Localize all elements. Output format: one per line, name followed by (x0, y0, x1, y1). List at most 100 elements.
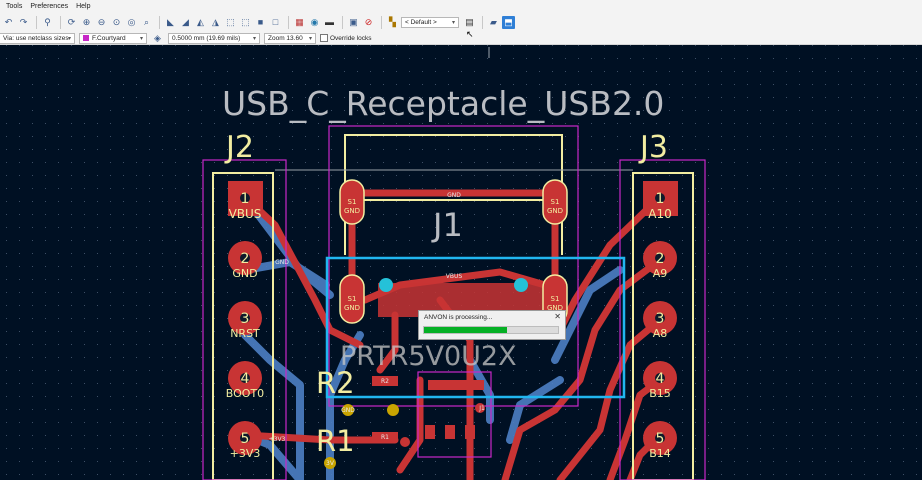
grid-value: 0.5000 mm (19.69 mils) (172, 34, 241, 42)
j2-pin-3-num: 3 (241, 311, 250, 327)
grid-select[interactable]: 0.5000 mm (19.69 mils) ▾ (168, 32, 260, 44)
progress-message: ANVON is processing... (424, 314, 493, 321)
menu-preferences[interactable]: Preferences (30, 3, 68, 10)
j1-pad-tr-net: GND (547, 207, 563, 215)
menu-help[interactable]: Help (76, 3, 90, 10)
j1-pad-tl-net: GND (344, 207, 360, 215)
main-toolbar: ↶ ↷ ⚲ ⟳ ⊕ ⊖ ⊙ ◎ ⌕ ◣ ◢ ◭ ◮ ⬚ ⬚ ■ □ ▦ ◉ ▬ … (0, 13, 922, 32)
via-size-select[interactable]: Via: use netclass sizes ▾ (0, 32, 75, 44)
chevron-down-icon: ▾ (252, 35, 256, 42)
zoom-select[interactable]: Zoom 13.60 ▾ (264, 32, 316, 44)
ref-j3: J3 (638, 130, 668, 165)
j3-pin-3-num: 3 (656, 311, 665, 327)
close-icon[interactable]: ✕ (554, 312, 561, 321)
j2-pin-2-num: 2 (241, 251, 250, 267)
rotate-cw-icon[interactable]: ◢ (179, 16, 192, 29)
group-icon[interactable]: ⬚ (224, 16, 237, 29)
progress-bar (423, 326, 559, 334)
board-title: USB_C_Receptacle_USB2.0 (222, 84, 664, 123)
j1-pad-tl-num: S1 (348, 198, 357, 206)
layer-value: F.Courtyard (92, 34, 126, 42)
chevron-down-icon: ▾ (451, 20, 455, 26)
override-locks-checkbox[interactable] (320, 34, 328, 42)
toolbar-separator (342, 16, 343, 29)
net-label-r1: R1 (381, 434, 389, 441)
j1-pad-bl-num: S1 (348, 295, 357, 303)
ref-j1: J1 (431, 206, 463, 244)
chevron-down-icon: ▾ (139, 35, 143, 42)
progress-fill (424, 327, 508, 333)
j3-pin-1-num: 1 (656, 191, 665, 207)
toolbar-separator (159, 16, 160, 29)
flip-icon[interactable]: ◭ (194, 16, 207, 29)
net-label-3v3: +3V3 (269, 436, 286, 443)
j1-pad-bl-net: GND (344, 304, 360, 312)
zoom-out-icon[interactable]: ⊖ (95, 16, 108, 29)
net-label-gnd-pad: GND (341, 407, 355, 414)
progress-dialog: ANVON is processing... ✕ (418, 310, 566, 340)
net-label-gnd-left: GND (275, 259, 289, 266)
j3-pin-1-name: A10 (648, 207, 671, 221)
aux-toolbar: Via: use netclass sizes ▾ F.Courtyard ▾ ◈ … (0, 32, 922, 45)
layer-select[interactable]: F.Courtyard ▾ (79, 32, 147, 44)
rotate-ccw-icon[interactable]: ◣ (164, 16, 177, 29)
zoom-selection-icon[interactable]: ◎ (125, 16, 138, 29)
scripting-icon[interactable]: ⊘ (362, 16, 375, 29)
net-label-j1: J1 (478, 405, 485, 412)
plugin-icon[interactable]: ▤ (463, 16, 476, 29)
menubar: Tools Preferences Help (0, 0, 922, 13)
j3-pin-2-num: 2 (656, 251, 665, 267)
net-label-3v: 3V (326, 460, 335, 467)
override-locks-label: Override locks (330, 34, 372, 42)
drc-icon[interactable]: ◉ (308, 16, 321, 29)
toolbar-separator (482, 16, 483, 29)
toolbar-separator (36, 16, 37, 29)
ref-j2: J2 (224, 130, 254, 165)
pcb-canvas[interactable]: USB_C_Receptacle_USB2.0 J2 J3 J1 R2 R1 P… (0, 45, 922, 480)
netlist-icon[interactable]: ▦ (293, 16, 306, 29)
via-size-value: Via: use netclass sizes (3, 34, 69, 42)
3d-viewer-icon[interactable]: ▣ (347, 16, 360, 29)
ungroup-icon[interactable]: ⬚ (239, 16, 252, 29)
zoom-in-icon[interactable]: ⊕ (80, 16, 93, 29)
j2-pin-3-name: NRST (230, 327, 260, 340)
refresh-icon[interactable]: ⟳ (65, 16, 78, 29)
preset-select[interactable]: < Default > ▾ (401, 17, 459, 28)
mirror-icon[interactable]: ◮ (209, 16, 222, 29)
j3-pin-3-name: A8 (653, 327, 668, 340)
layer-pair-icon[interactable]: ▚ (386, 16, 399, 29)
zoom-object-icon[interactable]: ⌕ (140, 16, 153, 29)
anvon-plugin-icon[interactable]: ⬒ (502, 16, 515, 29)
mouse-cursor-icon: ↖ (466, 29, 474, 39)
board-setup-icon[interactable]: ▬ (323, 16, 336, 29)
net-label-vbus: VBUS (446, 273, 463, 280)
j2-pin-5-name: +3V3 (230, 447, 261, 460)
unlock-icon[interactable]: □ (269, 16, 282, 29)
preset-value: < Default > (405, 19, 437, 26)
j2-pin-4-num: 4 (241, 371, 250, 387)
net-label-r2: R2 (381, 378, 389, 385)
zoom-fit-icon[interactable]: ⊙ (110, 16, 123, 29)
toolbar-separator (381, 16, 382, 29)
anvon-folder-icon[interactable]: ▰ (487, 16, 500, 29)
j3-pin-4-name: B15 (649, 387, 671, 400)
zoom-value: Zoom 13.60 (268, 34, 303, 42)
j3-pin-4-num: 4 (656, 371, 665, 387)
j1-pad-tr-num: S1 (551, 198, 560, 206)
toolbar-separator (60, 16, 61, 29)
chevron-down-icon: ▾ (308, 35, 312, 42)
find-icon[interactable]: ⚲ (41, 16, 54, 29)
chevron-down-icon: ▾ (67, 35, 71, 42)
layer-manager-icon[interactable]: ◈ (151, 32, 164, 45)
lock-icon[interactable]: ■ (254, 16, 267, 29)
ref-r1: R1 (316, 424, 355, 458)
undo-icon[interactable]: ↶ (2, 16, 15, 29)
redo-icon[interactable]: ↷ (17, 16, 30, 29)
net-label-gnd-top: GND (447, 192, 461, 199)
j2-pin-5-num: 5 (241, 431, 250, 447)
j3-pin-5-num: 5 (656, 431, 665, 447)
j1-pad-br-num: S1 (551, 295, 560, 303)
menu-tools[interactable]: Tools (6, 3, 22, 10)
j2-pin-4-name: BOOT0 (226, 387, 264, 400)
j3-pin-5-name: B14 (649, 447, 671, 460)
